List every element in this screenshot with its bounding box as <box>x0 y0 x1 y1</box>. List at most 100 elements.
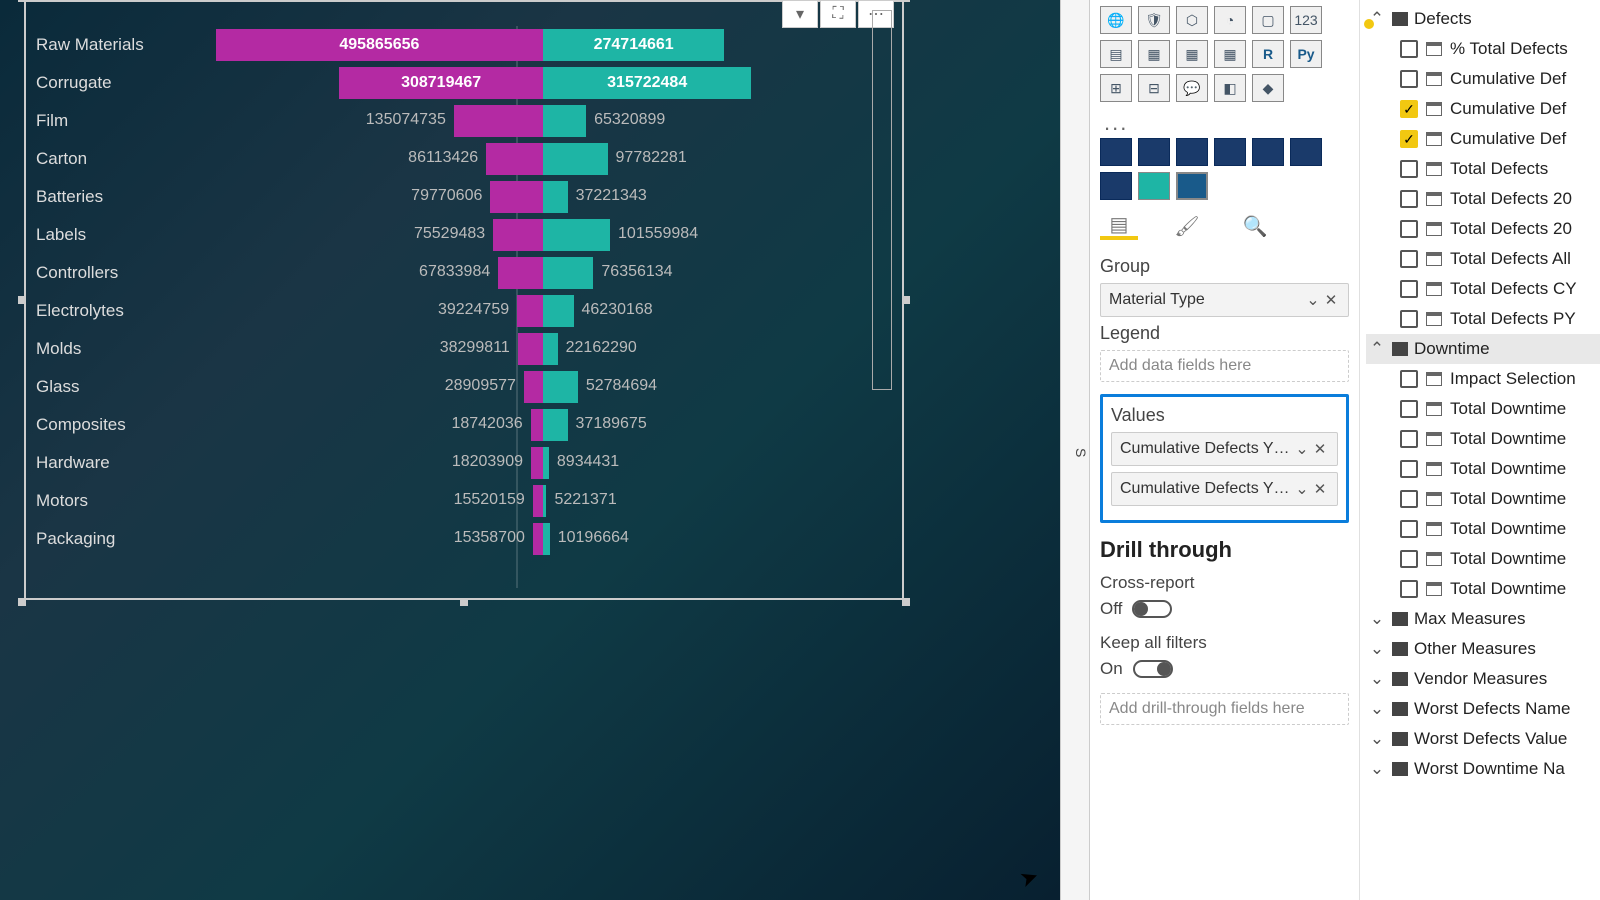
checkbox[interactable] <box>1400 370 1418 388</box>
custom-visual-4[interactable] <box>1214 138 1246 166</box>
custom-visual-2[interactable] <box>1138 138 1170 166</box>
chart-row[interactable]: Raw Materials495865656274714661 <box>32 26 896 64</box>
checkbox[interactable] <box>1400 400 1418 418</box>
get-visuals-icon[interactable]: ◆ <box>1252 74 1284 102</box>
field-group-worst-defects-name[interactable]: ⌄Worst Defects Name <box>1366 694 1600 724</box>
chart-row[interactable]: Motors155201595221371 <box>32 482 896 520</box>
field-item[interactable]: Total Downtime <box>1366 574 1600 604</box>
chart-row[interactable]: Carton8611342697782281 <box>32 140 896 178</box>
bar-left[interactable] <box>490 181 543 213</box>
bar-right[interactable]: 315722484 <box>543 67 751 99</box>
bar-right[interactable] <box>543 219 610 251</box>
bar-left[interactable] <box>517 295 543 327</box>
remove-field-icon[interactable]: ✕ <box>1311 480 1329 498</box>
bar-left[interactable] <box>533 523 543 555</box>
checkbox[interactable] <box>1400 160 1418 178</box>
values-well[interactable]: Values Cumulative Defects YTD ⌄ ✕ Cumula… <box>1100 394 1349 523</box>
field-item[interactable]: Total Defects All <box>1366 244 1600 274</box>
bar-right[interactable] <box>543 105 586 137</box>
bar-left[interactable]: 308719467 <box>339 67 543 99</box>
kpi-icon[interactable]: ▤ <box>1100 40 1132 68</box>
chart-row[interactable]: Composites1874203637189675 <box>32 406 896 444</box>
bar-left[interactable] <box>533 485 543 517</box>
tornado-visual-icon[interactable] <box>1176 172 1208 200</box>
chart-row[interactable]: Corrugate308719467315722484 <box>32 64 896 102</box>
bar-right[interactable] <box>543 523 550 555</box>
field-item[interactable]: Total Defects PY <box>1366 304 1600 334</box>
field-item[interactable]: Total Downtime <box>1366 424 1600 454</box>
chart-row[interactable]: Controllers6783398476356134 <box>32 254 896 292</box>
chevron-down-icon[interactable]: ⌄ <box>1368 639 1386 659</box>
bar-left[interactable] <box>524 371 543 403</box>
remove-field-icon[interactable]: ✕ <box>1311 440 1329 458</box>
bar-right[interactable] <box>543 371 578 403</box>
report-canvas[interactable]: ▾ ⛶ ⋯ Raw Materials495865656274714661Cor… <box>0 0 1060 900</box>
bar-left[interactable] <box>454 105 543 137</box>
bar-left[interactable] <box>531 409 543 441</box>
checkbox[interactable] <box>1400 250 1418 268</box>
chevron-down-icon[interactable]: ⌄ <box>1304 290 1322 310</box>
checkbox[interactable]: ✓ <box>1400 130 1418 148</box>
bar-right[interactable] <box>543 409 568 441</box>
group-field-pill[interactable]: Material Type ⌄ ✕ <box>1100 283 1349 317</box>
keep-filters-toggle[interactable] <box>1133 660 1173 678</box>
chevron-down-icon[interactable]: ⌄ <box>1368 699 1386 719</box>
custom-visual-5[interactable] <box>1252 138 1284 166</box>
chevron-down-icon[interactable]: ⌄ <box>1293 439 1311 459</box>
field-item[interactable]: Total Defects 20 <box>1366 214 1600 244</box>
field-item[interactable]: Total Downtime <box>1366 484 1600 514</box>
chevron-down-icon[interactable]: ⌄ <box>1368 759 1386 779</box>
bar-right[interactable] <box>543 447 549 479</box>
field-item[interactable]: Total Defects <box>1366 154 1600 184</box>
checkbox[interactable] <box>1400 430 1418 448</box>
bar-right[interactable]: 274714661 <box>543 29 724 61</box>
checkbox[interactable] <box>1400 310 1418 328</box>
field-item[interactable]: Total Downtime <box>1366 514 1600 544</box>
field-item[interactable]: Total Downtime <box>1366 544 1600 574</box>
bar-right[interactable] <box>543 333 558 365</box>
chart-row[interactable]: Labels75529483101559984 <box>32 216 896 254</box>
checkbox[interactable] <box>1400 190 1418 208</box>
field-item[interactable]: Total Defects CY <box>1366 274 1600 304</box>
values-pill-1[interactable]: Cumulative Defects YTD ⌄ ✕ <box>1111 432 1338 466</box>
legend-drop-area[interactable]: Add data fields here <box>1100 350 1349 382</box>
paginated-icon[interactable]: ◧ <box>1214 74 1246 102</box>
chart-row[interactable]: Glass2890957752784694 <box>32 368 896 406</box>
chevron-down-icon[interactable]: ⌄ <box>1368 609 1386 629</box>
slicer-icon[interactable]: ▦ <box>1138 40 1170 68</box>
field-item[interactable]: % Total Defects <box>1366 34 1600 64</box>
field-group-defects[interactable]: ⌃Defects <box>1366 4 1600 34</box>
checkbox[interactable] <box>1400 490 1418 508</box>
chart-row[interactable]: Film13507473565320899 <box>32 102 896 140</box>
checkbox[interactable] <box>1400 40 1418 58</box>
gauge-icon[interactable]: ◔ <box>1214 6 1246 34</box>
field-group-worst-defects-value[interactable]: ⌄Worst Defects Value <box>1366 724 1600 754</box>
field-group-worst-downtime-na[interactable]: ⌄Worst Downtime Na <box>1366 754 1600 784</box>
focus-mode-icon[interactable]: ⛶ <box>820 0 856 28</box>
field-item[interactable]: Total Downtime <box>1366 394 1600 424</box>
custom-visual-3[interactable] <box>1176 138 1208 166</box>
matrix-icon[interactable]: ▦ <box>1214 40 1246 68</box>
custom-visual-7[interactable] <box>1100 172 1132 200</box>
filter-icon[interactable]: ▾ <box>782 0 818 28</box>
qa-icon[interactable]: 💬 <box>1176 74 1208 102</box>
multi-card-icon[interactable]: 123 <box>1290 6 1322 34</box>
checkbox[interactable] <box>1400 580 1418 598</box>
bar-right[interactable] <box>543 143 608 175</box>
table-icon[interactable]: ▦ <box>1176 40 1208 68</box>
chart-row[interactable]: Molds3829981122162290 <box>32 330 896 368</box>
key-influencers-icon[interactable]: ⊞ <box>1100 74 1132 102</box>
field-item[interactable]: ✓Cumulative Def <box>1366 124 1600 154</box>
checkbox[interactable] <box>1400 220 1418 238</box>
bar-left[interactable] <box>486 143 543 175</box>
chevron-down-icon[interactable]: ⌄ <box>1368 729 1386 749</box>
chart-row[interactable]: Packaging1535870010196664 <box>32 520 896 558</box>
globe-icon[interactable]: 🌐 <box>1100 6 1132 34</box>
bar-left[interactable] <box>498 257 543 289</box>
custom-visual-8[interactable] <box>1138 172 1170 200</box>
checkbox[interactable] <box>1400 520 1418 538</box>
bar-right[interactable] <box>543 485 546 517</box>
shape-map-icon[interactable]: ⬡ <box>1176 6 1208 34</box>
checkbox[interactable] <box>1400 280 1418 298</box>
custom-visual-1[interactable] <box>1100 138 1132 166</box>
